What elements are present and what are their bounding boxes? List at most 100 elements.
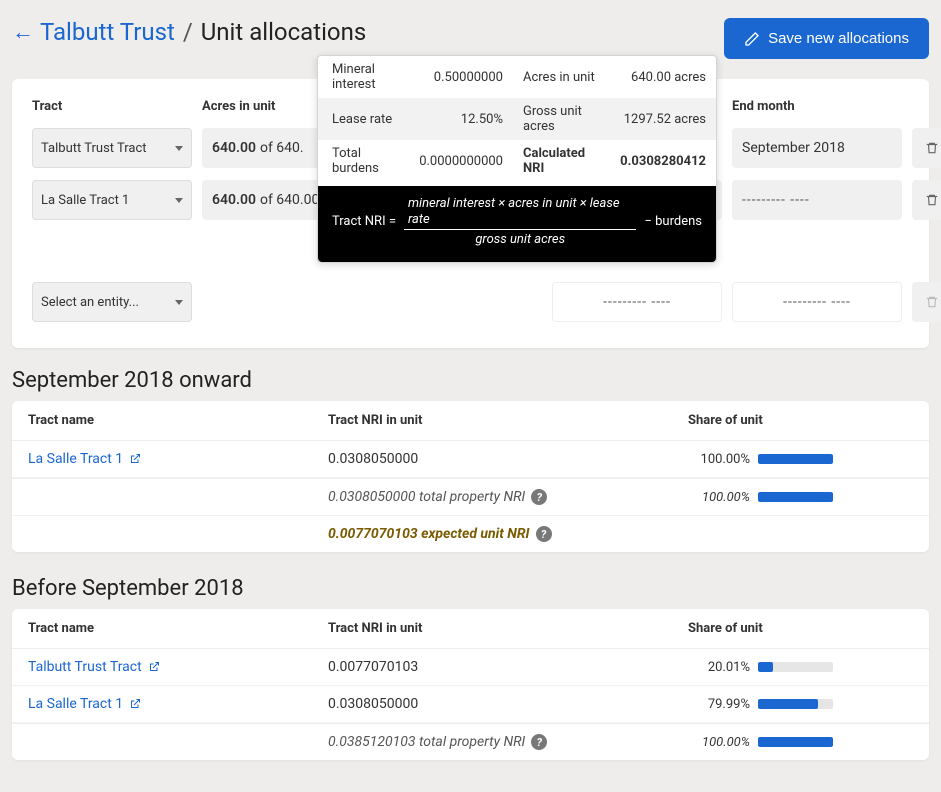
tract-link-text: La Salle Tract 1 (28, 696, 123, 712)
tract-select[interactable]: La Salle Tract 1 (32, 180, 192, 220)
acres-value: 640.00 (212, 140, 256, 156)
table-before: Tract name Tract NRI in unit Share of un… (12, 609, 929, 760)
tooltip-mi-label: Mineral interest (318, 56, 409, 98)
share-bar (758, 699, 833, 709)
tract-select-placeholder: Select an entity... (41, 295, 139, 310)
col-name: Tract name (28, 413, 328, 428)
share-pct-total: 100.00% (688, 490, 758, 505)
table-onward: Tract name Tract NRI in unit Share of un… (12, 401, 929, 552)
chevron-down-icon (175, 146, 183, 151)
col-nri: Tract NRI in unit (328, 621, 688, 636)
acres-value: 640.00 (212, 192, 256, 208)
delete-row-button-disabled (912, 282, 941, 322)
nri-tooltip: Mineral interest 0.50000000 Acres in uni… (317, 55, 717, 263)
table-header: Tract name Tract NRI in unit Share of un… (12, 401, 929, 441)
tract-select-value: Talbutt Trust Tract (41, 141, 147, 156)
tooltip-cn-label: Calculated NRI (513, 140, 610, 186)
breadcrumb-link-text: Talbutt Trust (40, 18, 175, 46)
arrow-left-icon: ← (12, 19, 34, 45)
save-button[interactable]: Save new allocations (724, 18, 929, 59)
tract-select[interactable]: Talbutt Trust Tract (32, 128, 192, 168)
allocations-card: Mineral interest 0.50000000 Acres in uni… (12, 79, 929, 348)
formula-rhs: − burdens (644, 214, 702, 229)
tract-select-value: La Salle Tract 1 (41, 193, 129, 208)
end-month-value: September 2018 (742, 140, 845, 156)
acres-field-blank[interactable] (202, 282, 372, 322)
tooltip-tb-value: 0.0000000000 (409, 140, 513, 186)
share-bar (758, 737, 833, 747)
section-title-before: Before September 2018 (0, 576, 941, 609)
section-title-onward: September 2018 onward (0, 368, 941, 401)
share-bar (758, 662, 833, 672)
table-row-summary: 0.0308050000 total property NRI ? 100.00… (12, 478, 929, 516)
external-link-icon (148, 661, 160, 673)
table-row-expected: 0.0077070103 expected unit NRI ? (12, 516, 929, 552)
table-header: Tract name Tract NRI in unit Share of un… (12, 609, 929, 649)
end-month-value: --------- ---- (742, 192, 810, 208)
table-row: La Salle Tract 1 0.0308050000 79.99% (12, 686, 929, 723)
alloc-row-empty: Select an entity... --------- ---- -----… (12, 276, 929, 328)
formula-numerator: mineral interest × acres in unit × lease… (404, 196, 637, 230)
share-bar (758, 492, 833, 502)
table-row-summary: 0.0385120103 total property NRI ? 100.00… (12, 723, 929, 760)
trash-icon (925, 192, 939, 208)
share-pct: 79.99% (688, 697, 758, 712)
chevron-down-icon (175, 300, 183, 305)
table-row: La Salle Tract 1 0.0308050000 100.00% (12, 441, 929, 478)
tooltip-aiu-label: Acres in unit (513, 56, 610, 98)
expected-nri-text: 0.0077070103 expected unit NRI (328, 526, 530, 542)
formula-fraction: mineral interest × acres in unit × lease… (404, 196, 637, 248)
formula-denominator: gross unit acres (475, 230, 565, 248)
save-button-label: Save new allocations (768, 30, 909, 47)
share-pct: 100.00% (688, 452, 758, 467)
formula-lhs: Tract NRI = (332, 214, 396, 229)
help-icon[interactable]: ? (536, 526, 552, 542)
end-month-field[interactable]: --------- ---- (732, 282, 902, 322)
col-share: Share of unit (688, 621, 913, 636)
tract-link[interactable]: La Salle Tract 1 (28, 451, 328, 467)
total-nri-cell: 0.0385120103 total property NRI ? (328, 734, 688, 750)
tooltip-gua-value: 1297.52 acres (610, 98, 716, 140)
nri-cell: 0.0077070103 (328, 659, 688, 675)
external-link-icon (129, 453, 141, 465)
tooltip-gua-label: Gross unit acres (513, 98, 610, 140)
col-tract: Tract (32, 99, 192, 114)
start-month-field[interactable]: --------- ---- (552, 282, 722, 322)
trash-icon (925, 294, 939, 310)
end-month-value: --------- ---- (783, 294, 851, 310)
tooltip-tb-label: Total burdens (318, 140, 409, 186)
acres-of: of 640. (260, 140, 304, 156)
tooltip-aiu-value: 640.00 acres (610, 56, 716, 98)
total-nri-cell: 0.0308050000 total property NRI ? (328, 489, 688, 505)
tract-link[interactable]: Talbutt Trust Tract (28, 659, 328, 675)
formula-bar: Tract NRI = mineral interest × acres in … (318, 186, 716, 262)
external-link-icon (129, 698, 141, 710)
chevron-down-icon (175, 198, 183, 203)
start-month-value: --------- ---- (603, 294, 671, 310)
end-month-field[interactable]: September 2018 (732, 128, 902, 168)
tract-link[interactable]: La Salle Tract 1 (28, 696, 328, 712)
total-nri-text: 0.0308050000 total property NRI (328, 489, 525, 505)
share-bar (758, 454, 833, 464)
nri-cell: 0.0308050000 (328, 451, 688, 467)
share-pct: 20.01% (688, 660, 758, 675)
breadcrumb-back-link[interactable]: ← Talbutt Trust (12, 18, 175, 46)
tract-link-text: Talbutt Trust Tract (28, 659, 142, 675)
tooltip-lr-value: 12.50% (409, 98, 513, 140)
delete-row-button[interactable] (912, 180, 941, 220)
tract-select-empty[interactable]: Select an entity... (32, 282, 192, 322)
help-icon[interactable]: ? (531, 734, 547, 750)
nri-field-blank[interactable] (382, 282, 542, 322)
page-title: Unit allocations (201, 18, 367, 46)
tract-link-text: La Salle Tract 1 (28, 451, 123, 467)
end-month-field[interactable]: --------- ---- (732, 180, 902, 220)
nri-cell: 0.0308050000 (328, 696, 688, 712)
delete-row-button[interactable] (912, 128, 941, 168)
help-icon[interactable]: ? (531, 489, 547, 505)
breadcrumb-separator: / (183, 18, 193, 46)
total-nri-text: 0.0385120103 total property NRI (328, 734, 525, 750)
breadcrumb: ← Talbutt Trust / Unit allocations (12, 18, 366, 46)
col-share: Share of unit (688, 413, 913, 428)
table-row: Talbutt Trust Tract 0.0077070103 20.01% (12, 649, 929, 686)
tooltip-cn-value: 0.0308280412 (610, 140, 716, 186)
